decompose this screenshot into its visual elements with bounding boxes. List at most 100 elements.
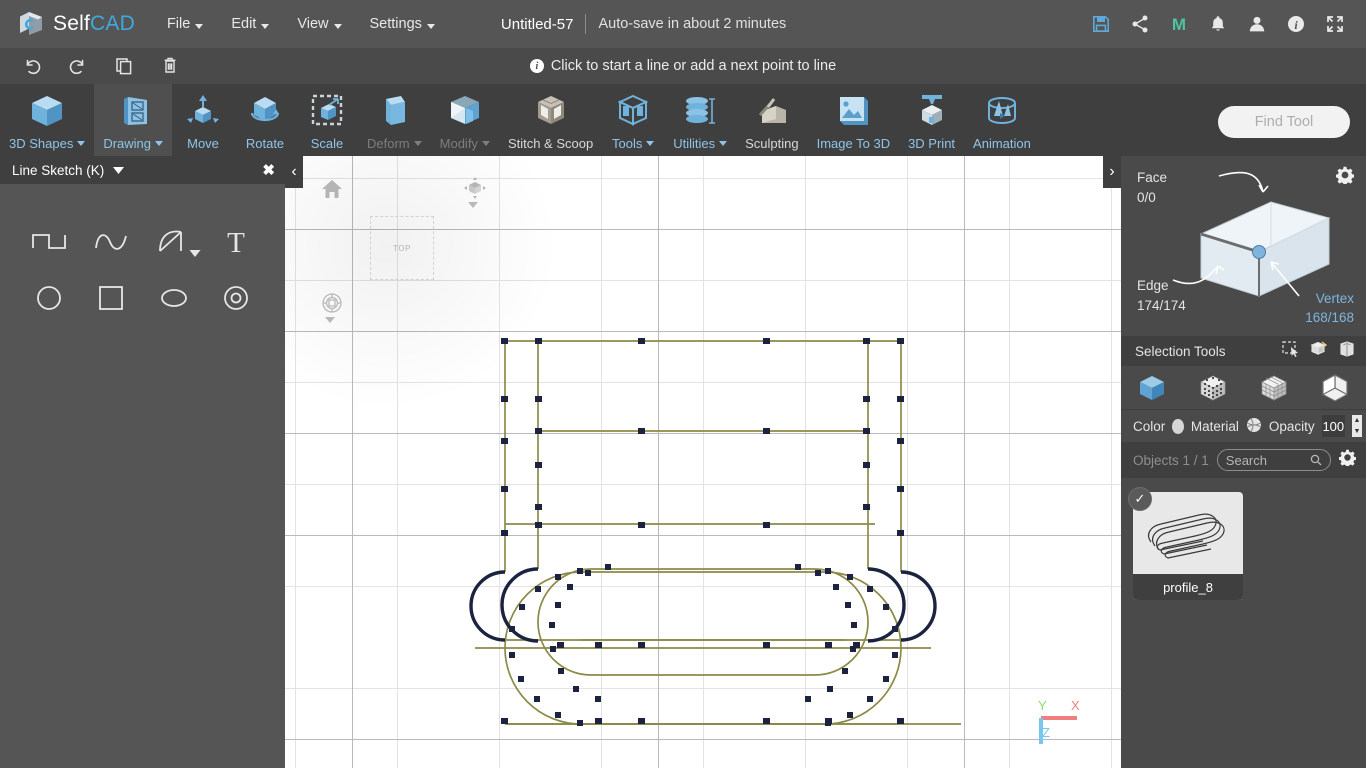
ribbon-label: 3D Print: [908, 136, 955, 151]
menu-view-label: View: [297, 16, 329, 32]
fullscreen-icon[interactable]: [1324, 13, 1346, 35]
brand-cad: CAD: [90, 12, 135, 35]
color-swatch[interactable]: [1172, 418, 1184, 434]
edge-label: Edge: [1137, 278, 1169, 293]
snap-settings-button[interactable]: [321, 292, 343, 319]
arc-tool[interactable]: [143, 214, 205, 270]
ribbon-item-move[interactable]: Move: [172, 84, 234, 156]
ribbon-item-label: Tools: [612, 136, 643, 151]
chevron-down-icon[interactable]: [112, 165, 125, 176]
view-cube-button[interactable]: [463, 176, 487, 205]
ribbon-item-tools[interactable]: Tools: [602, 84, 664, 156]
axis-x-label: X: [1071, 698, 1080, 713]
drawing-icon: [111, 90, 155, 134]
menu-settings[interactable]: Settings: [356, 10, 449, 38]
vertex-value: 168/168: [1305, 310, 1354, 326]
ribbon-item-label: Animation: [973, 136, 1031, 151]
collapse-right-panel-button[interactable]: ›: [1103, 156, 1121, 188]
ribbon-item-stitch-scoop[interactable]: Stitch & Scoop: [499, 84, 602, 156]
ellipse-tool[interactable]: [143, 270, 205, 326]
ring-tool[interactable]: [205, 270, 267, 326]
ribbon-item-rotate[interactable]: Rotate: [234, 84, 296, 156]
redo-button[interactable]: [60, 51, 96, 81]
face-mode-icon[interactable]: [1251, 369, 1297, 407]
ribbon-label: Image To 3D: [817, 136, 890, 151]
divider: [585, 14, 587, 34]
rectangle-tool[interactable]: [80, 270, 142, 326]
box-select-icon[interactable]: [1310, 340, 1328, 362]
chevron-down-icon[interactable]: [189, 249, 201, 258]
ribbon-item-sculpting[interactable]: Sculpting: [736, 84, 807, 156]
collapse-left-panel-button[interactable]: ‹: [285, 156, 303, 188]
object-mode-icon[interactable]: [1129, 369, 1175, 407]
view-cube-dropdown-icon[interactable]: [468, 202, 478, 208]
ribbon-item-utilities[interactable]: Utilities: [664, 84, 736, 156]
stitch-scoop-icon: [529, 90, 573, 134]
objects-header-row: Objects 1 / 1 Search: [1121, 442, 1366, 478]
ribbon-toolbar: 3D Shapes Drawing Move Rotate Scale Defo…: [0, 84, 1366, 156]
ribbon-item-3d-print[interactable]: 3D Print: [899, 84, 964, 156]
rotate-icon: [243, 90, 287, 134]
ribbon-item-deform[interactable]: Deform: [358, 84, 431, 156]
close-icon[interactable]: ✖: [262, 163, 275, 178]
vertex-mode-icon[interactable]: [1190, 369, 1236, 407]
ribbon-item-image-to-3d[interactable]: Image To 3D: [808, 84, 899, 156]
copy-button[interactable]: [106, 51, 142, 81]
status-hint: i Click to start a line or add a next po…: [0, 48, 1366, 84]
axis-z-label: Z: [1042, 725, 1050, 740]
circle-tool[interactable]: [18, 270, 80, 326]
find-tool-input[interactable]: Find Tool: [1218, 106, 1350, 138]
info-icon: i: [529, 59, 544, 73]
ribbon-item-3d-shapes[interactable]: 3D Shapes: [0, 84, 94, 156]
ribbon-item-modify[interactable]: Modify: [431, 84, 499, 156]
lasso-select-icon[interactable]: [1338, 340, 1356, 362]
document-title[interactable]: Untitled-57: [501, 16, 574, 33]
menu-edit[interactable]: Edit: [217, 10, 283, 38]
opacity-input[interactable]: 100: [1321, 415, 1345, 437]
bell-icon[interactable]: [1207, 13, 1229, 35]
user-icon[interactable]: [1246, 13, 1268, 35]
objects-settings-gear[interactable]: [1338, 449, 1357, 471]
autosave-status: Auto-save in about 2 minutes: [598, 16, 787, 32]
chevron-down-icon: [719, 141, 728, 146]
stepper-down-icon[interactable]: ▼: [1352, 426, 1362, 437]
vertex-markers: [501, 338, 904, 726]
selfcad-logo-icon: [16, 9, 46, 39]
edge-mode-icon[interactable]: [1312, 369, 1358, 407]
polyline-tool[interactable]: [18, 214, 80, 270]
chevron-down-icon: [481, 141, 490, 146]
object-card-profile-8[interactable]: ✓ profile_8: [1128, 487, 1243, 600]
ribbon-item-animation[interactable]: Animation: [964, 84, 1040, 156]
vertex-label: Vertex: [1315, 290, 1354, 306]
undo-button[interactable]: [14, 51, 50, 81]
left-panel-title: Line Sketch (K): [12, 162, 105, 178]
color-label: Color: [1133, 418, 1166, 434]
objects-count: Objects 1 / 1: [1133, 452, 1209, 468]
ribbon-label: Drawing: [103, 136, 164, 151]
sketch-tool-grid: T: [0, 184, 285, 326]
share-icon[interactable]: [1129, 13, 1151, 35]
text-tool[interactable]: T: [205, 214, 267, 270]
menu-file[interactable]: File: [153, 10, 217, 38]
delete-button[interactable]: [152, 51, 188, 81]
rect-select-icon[interactable]: [1282, 340, 1300, 362]
material-icon[interactable]: [1246, 417, 1262, 436]
chevron-down-icon: [155, 141, 164, 146]
objects-search-input[interactable]: Search: [1216, 449, 1331, 471]
magic-m-icon[interactable]: M: [1168, 13, 1190, 35]
save-icon[interactable]: [1090, 13, 1112, 35]
stepper-up-icon[interactable]: ▲: [1352, 415, 1362, 426]
viewport-3d[interactable]: ‹ › TOP Y X Z: [285, 156, 1121, 768]
face-value: 0/0: [1137, 189, 1156, 205]
snap-dropdown-icon[interactable]: [325, 317, 335, 323]
ribbon-item-drawing[interactable]: Drawing: [94, 84, 173, 156]
ribbon-item-scale[interactable]: Scale: [296, 84, 358, 156]
home-view-button[interactable]: [321, 178, 343, 205]
spline-tool[interactable]: [80, 214, 142, 270]
opacity-stepper[interactable]: ▲ ▼: [1351, 415, 1363, 437]
ribbon-label: 3D Shapes: [9, 136, 86, 151]
menu-view[interactable]: View: [283, 10, 355, 38]
app-logo[interactable]: SelfCAD: [16, 9, 135, 39]
info-icon[interactable]: i: [1285, 13, 1307, 35]
ribbon-label: Rotate: [246, 136, 284, 151]
